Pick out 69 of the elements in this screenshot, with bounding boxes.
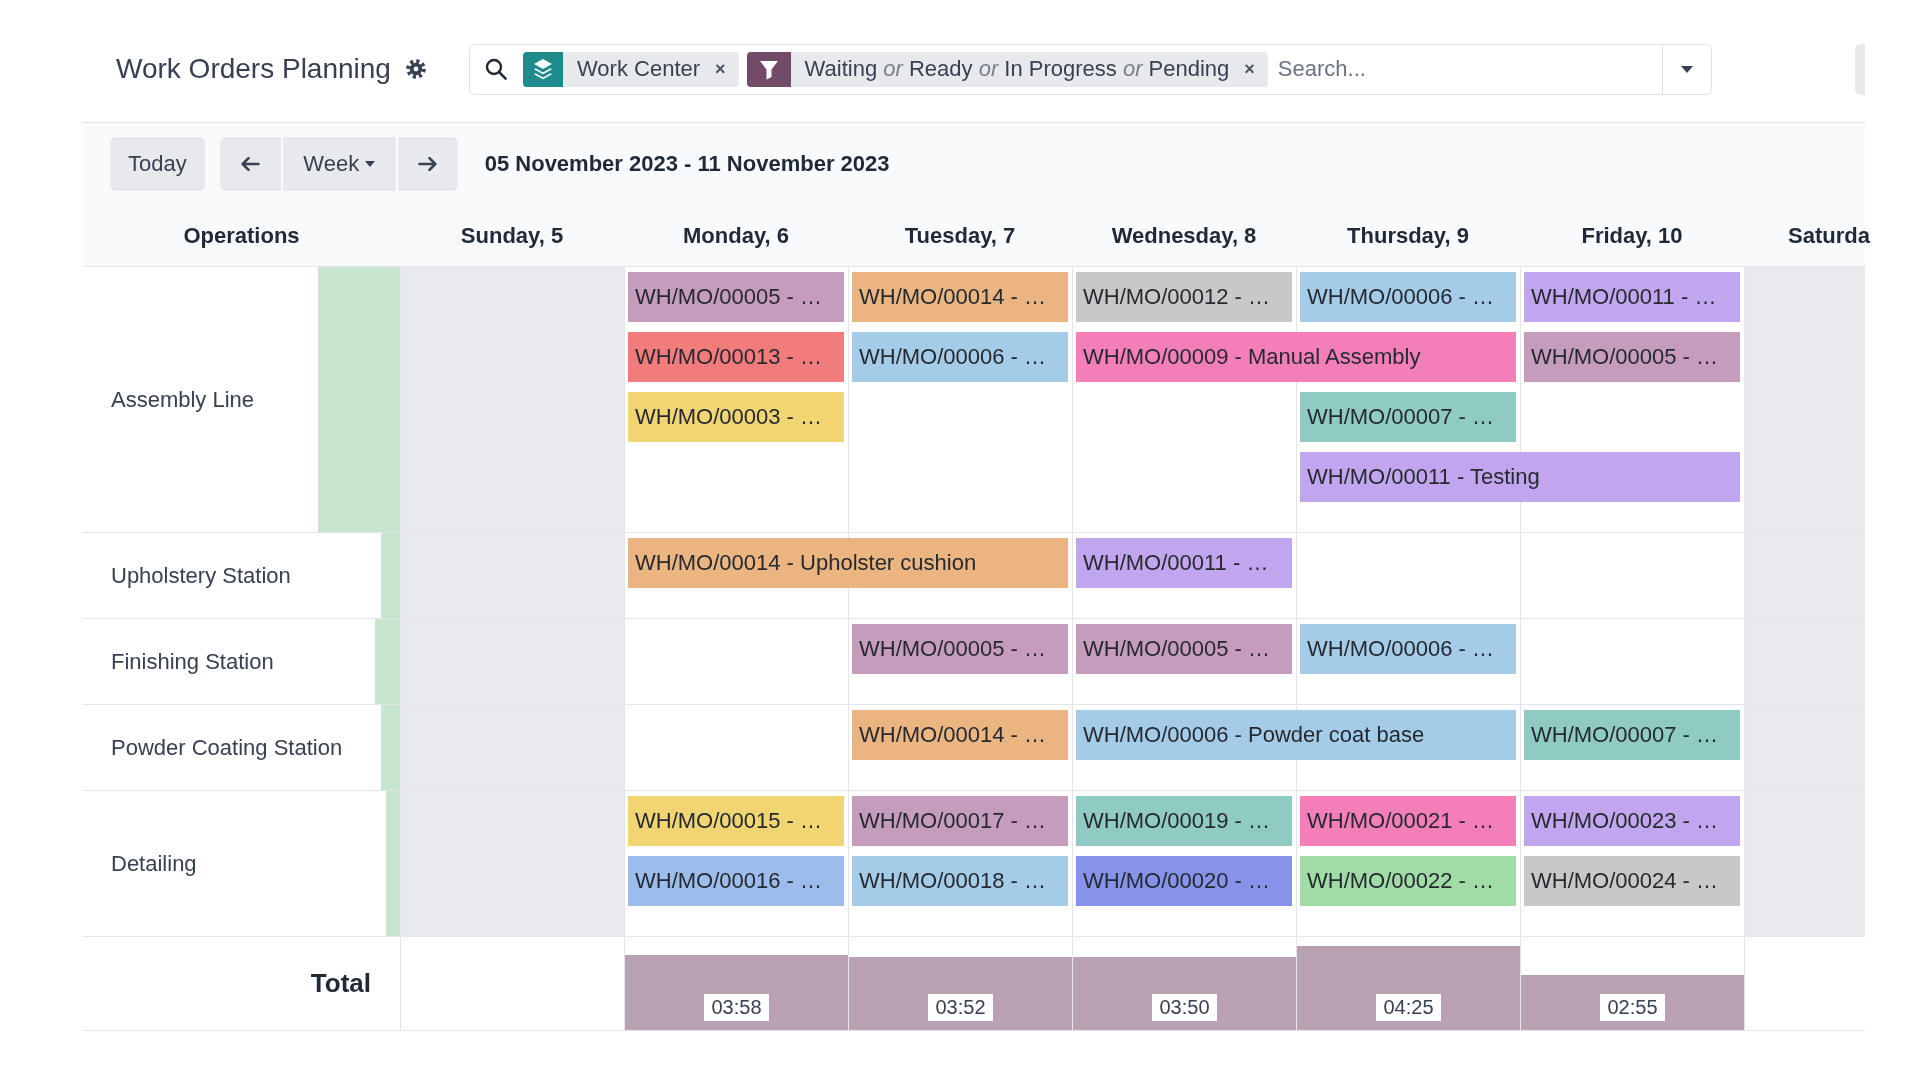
work-order-pill[interactable]: WH/MO/00011 - Testing [1300,452,1740,502]
date-range: 05 November 2023 - 11 November 2023 [484,151,890,177]
work-order-pill[interactable]: WH/MO/00005 - … [852,624,1068,674]
work-order-pill[interactable]: WH/MO/00011 - … [1524,272,1740,322]
work-order-pill[interactable]: WH/MO/00022 - … [1300,856,1516,906]
work-order-pill[interactable]: WH/MO/00006 - … [852,332,1068,382]
work-order-pill[interactable]: WH/MO/00005 - … [1524,332,1740,382]
facet-label: Waiting or Ready or In Progress or Pending [804,56,1230,82]
workcenter-name: Detailing [111,850,197,877]
total-hours: 04:25 [1376,994,1441,1021]
work-order-pill[interactable]: WH/MO/00018 - … [852,856,1068,906]
work-order-pill[interactable]: WH/MO/00021 - … [1300,796,1516,846]
work-order-pill[interactable]: WH/MO/00009 - Manual Assembly [1076,332,1516,382]
work-order-pill[interactable]: WH/MO/00006 - … [1300,272,1516,322]
search-icon [485,58,507,80]
arrow-right-icon [417,156,438,172]
work-order-pill[interactable]: WH/MO/00012 - … [1076,272,1292,322]
work-order-pill[interactable]: WH/MO/00020 - … [1076,856,1292,906]
day-header: Thursday, 9 [1347,222,1469,249]
day-header: Tuesday, 7 [904,222,1016,249]
total-hours: 02:55 [1600,994,1665,1021]
work-order-pill[interactable]: WH/MO/00023 - … [1524,796,1740,846]
work-order-pill[interactable]: WH/MO/00017 - … [852,796,1068,846]
day-header: Monday, 6 [683,222,789,249]
total-hours: 03:58 [704,994,769,1021]
search-input[interactable]: Search... [1275,44,1662,94]
day-header: Friday, 10 [1581,222,1683,249]
work-order-pill[interactable]: WH/MO/00014 - Upholster cushion [628,538,1068,588]
work-order-pill[interactable]: WH/MO/00013 - … [628,332,844,382]
filter-icon [746,51,791,87]
day-header: Saturda [1788,222,1870,249]
caret-icon [1681,65,1693,73]
facet-label: Work Center [577,56,701,82]
day-header: Sunday, 5 [460,222,564,249]
total-hours: 03:50 [1152,994,1217,1021]
work-order-pill[interactable]: WH/MO/00005 - … [628,272,844,322]
page-title: Work Orders Planning [116,53,391,85]
work-order-pill[interactable]: WH/MO/00003 - … [628,392,844,442]
remove-facet-button[interactable]: × [710,58,731,80]
gear-icon[interactable] [405,59,426,79]
workcenter-name: Powder Coating Station [111,734,343,761]
scale-dropdown[interactable]: Week [282,137,396,191]
work-order-pill[interactable]: WH/MO/00011 - … [1076,538,1292,588]
search-field[interactable]: Work Center × Waiting or Ready or In Progress or Pending × Search... [469,43,1712,95]
work-order-pill[interactable]: WH/MO/00014 - … [852,272,1068,322]
work-order-pill[interactable]: WH/MO/00006 - Powder coat base [1076,710,1516,760]
arrow-left-icon [240,156,261,172]
workcenter-name: Upholstery Station [111,562,291,589]
work-order-pill[interactable]: WH/MO/00006 - … [1300,624,1516,674]
work-order-pill[interactable]: WH/MO/00015 - … [628,796,844,846]
work-order-pill[interactable]: WH/MO/00007 - … [1524,710,1740,760]
day-header: Wednesday, 8 [1111,222,1257,249]
work-order-pill[interactable]: WH/MO/00007 - … [1300,392,1516,442]
work-order-pill[interactable]: WH/MO/00019 - … [1076,796,1292,846]
work-order-pill[interactable]: WH/MO/00014 - … [852,710,1068,760]
work-order-pill[interactable]: WH/MO/00005 - … [1076,624,1292,674]
workcenter-name: Finishing Station [111,648,274,675]
caret-icon [365,161,376,167]
work-order-pill[interactable]: WH/MO/00024 - … [1524,856,1740,906]
column-header: Operations [183,222,300,249]
layers-icon [523,51,563,87]
today-button[interactable]: Today [110,137,205,191]
next-button[interactable] [397,137,458,191]
total-label: Total [310,968,371,999]
workcenter-name: Assembly Line [111,386,255,413]
work-order-pill[interactable]: WH/MO/00016 - … [628,856,844,906]
total-hours: 03:52 [928,994,993,1021]
remove-facet-button[interactable]: × [1239,58,1260,80]
previous-button[interactable] [219,137,281,191]
